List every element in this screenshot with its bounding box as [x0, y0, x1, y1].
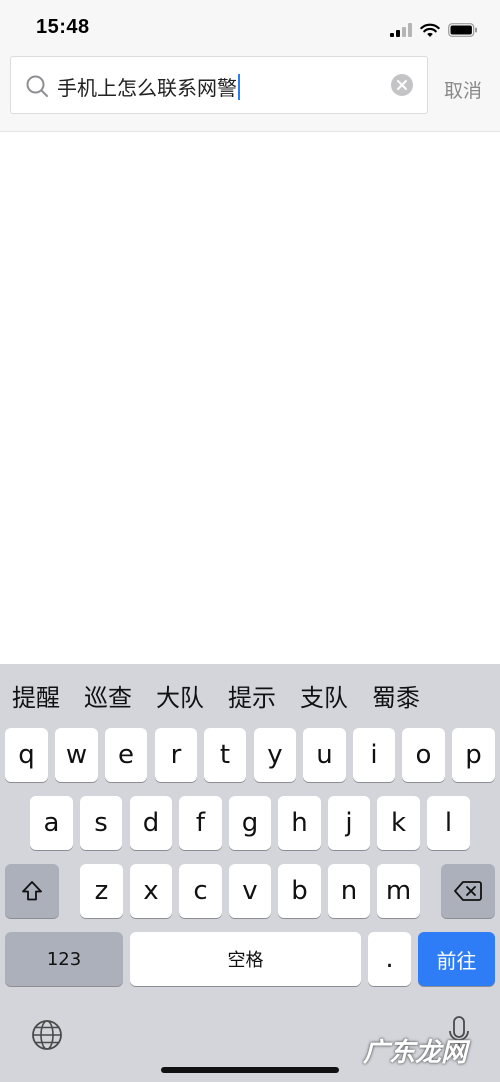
- candidate-word[interactable]: 提示: [228, 678, 276, 713]
- wifi-icon: [420, 23, 440, 37]
- results-area: [0, 132, 500, 664]
- key-z[interactable]: z: [80, 864, 123, 918]
- key-t[interactable]: t: [204, 728, 246, 782]
- text-cursor: [238, 73, 240, 100]
- key-n[interactable]: n: [328, 864, 370, 918]
- key-a[interactable]: a: [30, 796, 73, 850]
- backspace-key[interactable]: [441, 864, 495, 918]
- status-time: 15:48: [36, 16, 90, 38]
- key-i[interactable]: i: [353, 728, 395, 782]
- period-key[interactable]: .: [368, 932, 411, 986]
- key-f[interactable]: f: [179, 796, 222, 850]
- key-m[interactable]: m: [377, 864, 420, 918]
- status-bar: 15:48: [0, 0, 500, 56]
- space-key[interactable]: 空格: [130, 932, 361, 986]
- key-h[interactable]: h: [278, 796, 321, 850]
- key-j[interactable]: j: [328, 796, 370, 850]
- key-e[interactable]: e: [105, 728, 147, 782]
- key-b[interactable]: b: [278, 864, 321, 918]
- key-k[interactable]: k: [377, 796, 420, 850]
- key-s[interactable]: s: [80, 796, 122, 850]
- watermark-text: 广东龙网: [363, 1038, 468, 1068]
- candidate-word[interactable]: 蜀黍: [372, 678, 420, 713]
- candidate-word[interactable]: 支队: [300, 678, 348, 713]
- globe-icon[interactable]: [31, 1019, 63, 1051]
- search-icon: [26, 75, 48, 97]
- key-p[interactable]: p: [452, 728, 495, 782]
- search-query-text: 手机上怎么联系网警: [57, 72, 240, 101]
- clear-icon[interactable]: [391, 74, 413, 96]
- shift-key[interactable]: [5, 864, 59, 918]
- battery-icon: [448, 23, 477, 37]
- go-button[interactable]: 前往: [418, 932, 495, 986]
- candidate-word[interactable]: 巡查: [84, 678, 132, 713]
- key-r[interactable]: r: [155, 728, 197, 782]
- key-g[interactable]: g: [229, 796, 271, 850]
- candidate-word[interactable]: 大队: [156, 678, 204, 713]
- shift-icon: [22, 881, 42, 901]
- numbers-key[interactable]: 123: [5, 932, 123, 986]
- key-q[interactable]: q: [5, 728, 48, 782]
- key-l[interactable]: l: [427, 796, 470, 850]
- search-header: 手机上怎么联系网警 取消: [0, 56, 500, 132]
- key-v[interactable]: v: [229, 864, 271, 918]
- app-screen: 15:48 手机上怎么联系网警 取消 提醒 巡查 大队 提示 支队 蜀黍 q w…: [0, 0, 500, 1082]
- key-d[interactable]: d: [130, 796, 172, 850]
- key-u[interactable]: u: [303, 728, 346, 782]
- key-x[interactable]: x: [130, 864, 172, 918]
- key-o[interactable]: o: [402, 728, 445, 782]
- candidate-bar: 提醒 巡查 大队 提示 支队 蜀黍: [0, 664, 500, 726]
- search-input[interactable]: 手机上怎么联系网警: [10, 56, 428, 114]
- cancel-button[interactable]: 取消: [444, 76, 482, 103]
- candidate-word[interactable]: 提醒: [12, 678, 60, 713]
- home-indicator: [161, 1067, 339, 1073]
- status-icons: [390, 20, 478, 40]
- signal-icon: [390, 23, 412, 37]
- key-c[interactable]: c: [179, 864, 222, 918]
- key-y[interactable]: y: [254, 728, 296, 782]
- search-query: 手机上怎么联系网警: [57, 76, 237, 100]
- backspace-icon: [454, 881, 482, 901]
- key-w[interactable]: w: [55, 728, 98, 782]
